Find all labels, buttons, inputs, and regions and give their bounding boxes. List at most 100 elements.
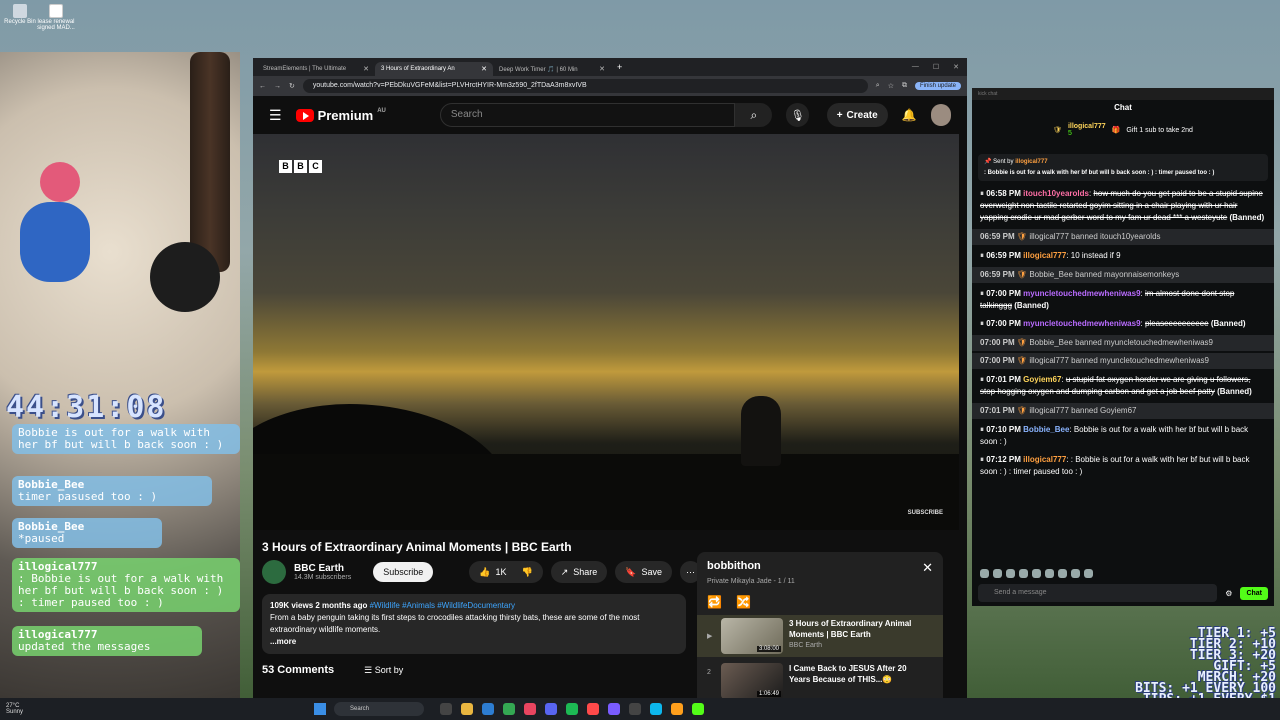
extensions-icon[interactable]: ⧉	[902, 82, 907, 90]
back-icon[interactable]: ←	[259, 83, 266, 90]
channel-avatar[interactable]	[262, 560, 286, 584]
obs-icon[interactable]	[629, 703, 641, 715]
edge-icon[interactable]	[482, 703, 494, 715]
youtube-logo[interactable]: Premium AU	[295, 108, 386, 123]
pin-icon[interactable]: ⏸	[980, 375, 984, 384]
chat-message-input[interactable]: Send a message	[978, 584, 1218, 602]
guitar	[190, 52, 230, 272]
playlist-item[interactable]: ▶ 3:08:00 3 Hours of Extraordinary Anima…	[697, 615, 943, 657]
plush-toy	[40, 162, 80, 202]
close-icon[interactable]: ✕	[922, 560, 933, 576]
tab-deep-work-timer[interactable]: Deep Work Timer 🎵 | 60 Min ✕	[493, 62, 611, 76]
description-box[interactable]: 109K views 2 months ago #Wildlife #Anima…	[262, 594, 686, 654]
reload-icon[interactable]: ↻	[289, 82, 295, 90]
avatar[interactable]	[930, 104, 952, 126]
tab-strip: StreamElements | The Ultimate ✕ 3 Hours o…	[253, 58, 967, 76]
spotify-icon[interactable]	[566, 703, 578, 715]
chat-username[interactable]: myuncletouchedmewheniwas9	[1023, 319, 1140, 328]
tab-youtube[interactable]: 3 Hours of Extraordinary An ✕	[375, 62, 493, 76]
pin-icon[interactable]: ⏸	[980, 425, 984, 434]
video-player[interactable]: B B C SUBSCRIBE	[253, 134, 959, 530]
emote-icon[interactable]	[1084, 569, 1093, 578]
desktop-icon-lease[interactable]: lease renewal signed MAD...	[36, 2, 76, 31]
emote-icon[interactable]	[1006, 569, 1015, 578]
pin-icon[interactable]: ⏸	[980, 319, 984, 328]
sort-by-button[interactable]: ☰ Sort by	[364, 665, 403, 676]
pin-icon[interactable]: ⏸	[980, 289, 984, 298]
loop-icon[interactable]: 🔁	[707, 595, 722, 609]
voice-search-button[interactable]: 🎙	[786, 103, 809, 127]
app-icon[interactable]	[650, 703, 662, 715]
subscribe-button[interactable]: Subscribe	[373, 562, 434, 582]
ground-silhouette	[253, 454, 959, 530]
gift-badge-icon: 🛡	[1053, 127, 1062, 134]
chat-message: ⏸ 07:00 PM myuncletouchedmewheniwas9: im…	[980, 289, 1235, 310]
shuffle-icon[interactable]: 🔀	[736, 595, 751, 609]
finish-update-button[interactable]: Finish update	[914, 82, 961, 90]
chat-username[interactable]: Goyiem67	[1023, 375, 1061, 384]
windows-start-icon[interactable]	[314, 703, 326, 715]
search-input[interactable]: Search	[439, 103, 736, 127]
forward-icon[interactable]: →	[274, 83, 281, 90]
menu-icon[interactable]: ☰	[269, 107, 282, 124]
emote-icon[interactable]	[993, 569, 1002, 578]
send-chat-button[interactable]: Chat	[1240, 586, 1268, 600]
emote-icon[interactable]	[980, 569, 989, 578]
emote-icon[interactable]	[1032, 569, 1041, 578]
kick-icon[interactable]	[692, 703, 704, 715]
star-icon[interactable]: ☆	[888, 82, 894, 90]
app-icon[interactable]	[524, 703, 536, 715]
chat-message: ⏸ 07:10 PM Bobbie_Bee: Bobbie is out for…	[980, 425, 1249, 446]
bell-icon[interactable]: 🔔	[902, 108, 917, 122]
minimize-icon[interactable]: —	[912, 63, 919, 71]
weather-widget[interactable]: 27°C Sunny	[0, 703, 60, 715]
emote-icon[interactable]	[1045, 569, 1054, 578]
playlist-item[interactable]: 2 1:06:49 I Came Back to JESUS After 20 …	[707, 663, 933, 699]
chat-username[interactable]: illogical777	[1023, 251, 1066, 260]
chrome-icon[interactable]	[503, 703, 515, 715]
tab-streamelements[interactable]: StreamElements | The Ultimate ✕	[257, 62, 375, 76]
close-icon[interactable]: ✕	[363, 65, 369, 73]
desktop-icon-recycle-bin[interactable]: Recycle Bin	[0, 2, 40, 25]
settings-icon[interactable]: ⚙	[1225, 589, 1232, 598]
taskbar-search-input[interactable]: Search	[334, 702, 424, 716]
chat-username[interactable]: myuncletouchedmewheniwas9	[1023, 289, 1140, 298]
create-button[interactable]: + Create	[826, 103, 888, 127]
pin-icon[interactable]: ⏸	[980, 455, 984, 464]
close-window-icon[interactable]: ✕	[953, 63, 959, 71]
share-button[interactable]: ↗ Share	[550, 561, 608, 583]
emote-icon[interactable]	[1058, 569, 1067, 578]
chat-username[interactable]: itouch10yearolds	[1023, 189, 1089, 198]
thumbs-down-icon[interactable]: 👎	[521, 567, 532, 578]
new-tab-button[interactable]: +	[617, 62, 622, 72]
app-icon[interactable]	[671, 703, 683, 715]
chat-mod-event: 07:01 PM 🛡 illogical777 banned Goyiem67	[972, 403, 1274, 419]
app-icon[interactable]	[587, 703, 599, 715]
subathon-timer: 44:31:08	[6, 390, 167, 425]
pin-icon[interactable]: ⏸	[980, 189, 984, 198]
app-icon[interactable]	[608, 703, 620, 715]
emote-icon[interactable]	[1071, 569, 1080, 578]
search-button[interactable]: ⌕	[735, 103, 773, 127]
channel-name[interactable]: BBC Earth	[294, 563, 351, 574]
url-field[interactable]: youtube.com/watch?v=PEbDkuVGFeM&list=PLV…	[302, 79, 868, 93]
mod-badge-icon: 🛡	[1016, 270, 1028, 279]
chat-username[interactable]: illogical777	[1023, 455, 1066, 464]
emote-icon[interactable]	[1019, 569, 1028, 578]
maximize-icon[interactable]: ☐	[933, 63, 939, 71]
chat-username[interactable]: Bobbie_Bee	[1023, 425, 1069, 434]
document-icon	[49, 4, 63, 18]
task-view-icon[interactable]	[440, 703, 452, 715]
show-more-link[interactable]: ...more	[270, 636, 678, 648]
like-button[interactable]: 👍 1K 👎	[469, 561, 543, 583]
subscribe-watermark[interactable]: SUBSCRIBE	[908, 510, 943, 516]
bbc-logo: B B C	[279, 160, 322, 173]
zoom-icon[interactable]: ⌕	[876, 82, 880, 90]
discord-icon[interactable]	[545, 703, 557, 715]
save-button[interactable]: 🔖 Save	[615, 561, 672, 583]
lion-silhouette	[741, 396, 781, 466]
file-explorer-icon[interactable]	[461, 703, 473, 715]
close-icon[interactable]: ✕	[481, 65, 487, 73]
close-icon[interactable]: ✕	[599, 65, 605, 73]
pin-icon[interactable]: ⏸	[980, 251, 984, 260]
